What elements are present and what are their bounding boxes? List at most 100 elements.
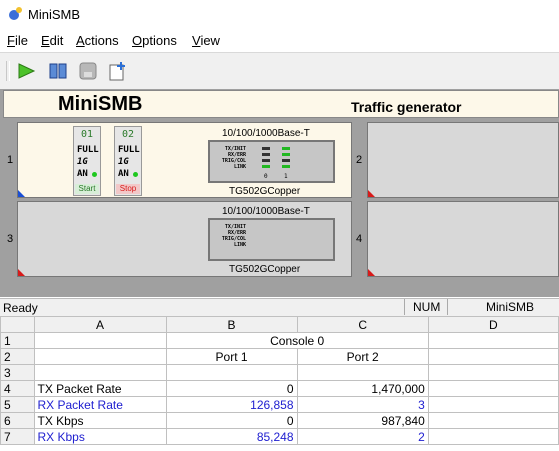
slot-number-3: 3 <box>7 233 14 245</box>
slot-1[interactable]: 01 FULL 1G AN Start 02 FULL 1G AN Stop 1… <box>17 122 352 198</box>
cell[interactable]: TX Kbps <box>33 412 167 429</box>
row-header[interactable]: 2 <box>0 348 35 365</box>
cell[interactable] <box>33 332 167 349</box>
led-indicator <box>282 153 290 156</box>
cell[interactable] <box>165 364 298 381</box>
cell-merged[interactable]: Console 0 <box>165 332 429 349</box>
slot-corner-marker <box>18 190 25 197</box>
port-duplex: FULL <box>77 145 99 155</box>
stop-button[interactable]: Stop <box>116 184 140 194</box>
port-status-led <box>92 172 97 177</box>
cell[interactable]: 126,858 <box>165 396 298 413</box>
table-row: 2 Port 1 Port 2 <box>0 348 559 365</box>
led-indicator <box>262 159 270 162</box>
cell[interactable]: 0 <box>165 412 298 429</box>
column-header-d[interactable]: D <box>427 316 559 333</box>
app-icon <box>8 7 22 21</box>
cell[interactable]: Port 1 <box>165 348 298 365</box>
module-led-panel: TX/INIT RX/ERR TRIG/COL LINK 0 1 <box>208 140 335 183</box>
menu-options[interactable]: Options <box>132 33 177 48</box>
row-header[interactable]: 7 <box>0 428 35 445</box>
port-duplex: FULL <box>118 145 140 155</box>
menu-actions[interactable]: Actions <box>76 33 119 48</box>
port-card-2[interactable]: 02 FULL 1G AN Stop <box>114 126 142 196</box>
cell[interactable]: 987,840 <box>296 412 429 429</box>
slot-number-4: 4 <box>356 233 363 245</box>
cell[interactable] <box>33 348 167 365</box>
cell[interactable] <box>427 396 559 413</box>
row-header[interactable]: 4 <box>0 380 35 397</box>
column-header-a[interactable]: A <box>33 316 167 333</box>
column-header-b[interactable]: B <box>165 316 298 333</box>
cell[interactable]: 2 <box>296 428 429 445</box>
column-header-row: A B C D <box>0 316 559 333</box>
app-heading: MiniSMB <box>58 93 143 115</box>
cell[interactable] <box>296 364 429 381</box>
led-indicator <box>262 147 270 150</box>
cell[interactable]: 3 <box>296 396 429 413</box>
led-indicator <box>282 147 290 150</box>
cell[interactable] <box>427 380 559 397</box>
row-header[interactable]: 6 <box>0 412 35 429</box>
slot-number-1: 1 <box>7 154 14 166</box>
row-header[interactable]: 1 <box>0 332 35 349</box>
corner-cell[interactable] <box>0 316 35 333</box>
port-negotiation: AN <box>77 169 88 179</box>
table-row: 6 TX Kbps 0 987,840 <box>0 412 559 429</box>
menu-edit[interactable]: Edit <box>41 33 63 48</box>
title-bar: MiniSMB <box>0 0 559 30</box>
slot-corner-marker <box>368 269 375 276</box>
slot-4[interactable] <box>367 201 559 277</box>
row-header[interactable]: 5 <box>0 396 35 413</box>
slot-corner-marker <box>368 190 375 197</box>
toolbar-grip <box>6 61 10 81</box>
cell[interactable]: 0 <box>165 380 298 397</box>
led-port-number: 1 <box>284 173 288 180</box>
disk-icon[interactable] <box>77 60 99 82</box>
cell[interactable]: RX Kbps <box>33 428 167 445</box>
slot-3[interactable]: 10/100/1000Base-T TX/INIT RX/ERR TRIG/CO… <box>17 201 352 277</box>
table-row: 3 <box>0 364 559 381</box>
table-row: 7 RX Kbps 85,248 2 <box>0 428 559 445</box>
cell[interactable]: 1,470,000 <box>296 380 429 397</box>
row-header[interactable]: 3 <box>0 364 35 381</box>
cell[interactable] <box>427 332 559 349</box>
column-header-c[interactable]: C <box>296 316 429 333</box>
led-label: LINK <box>233 164 246 170</box>
port-speed: 1G <box>118 157 129 167</box>
stats-sheet: A B C D 1 Console 0 2 Port 1 Port 2 3 4 … <box>0 316 559 445</box>
cell[interactable] <box>427 364 559 381</box>
port-card-1[interactable]: 01 FULL 1G AN Start <box>73 126 101 196</box>
play-icon[interactable] <box>15 60 37 82</box>
cell[interactable] <box>427 428 559 445</box>
menu-bar: File Edit Actions Options View <box>0 30 559 52</box>
table-row: 4 TX Packet Rate 0 1,470,000 <box>0 380 559 397</box>
cell[interactable]: RX Packet Rate <box>33 396 167 413</box>
port-number: 02 <box>121 129 135 140</box>
table-row: 1 Console 0 <box>0 332 559 349</box>
port-number: 01 <box>80 129 94 140</box>
module-name: TG502GCopper <box>229 186 301 197</box>
module-name: TG502GCopper <box>229 264 301 275</box>
cell[interactable]: Port 2 <box>296 348 429 365</box>
module-title: 10/100/1000Base-T <box>222 206 310 217</box>
status-num-indicator: NUM <box>404 299 453 315</box>
cell[interactable]: 85,248 <box>165 428 298 445</box>
status-text: Ready <box>3 301 38 315</box>
slot-2[interactable] <box>367 122 559 198</box>
module-led-panel: TX/INIT RX/ERR TRIG/COL LINK <box>208 218 335 261</box>
book-icon[interactable] <box>47 60 69 82</box>
cell[interactable] <box>427 348 559 365</box>
cell[interactable] <box>33 364 167 381</box>
menu-file[interactable]: File <box>7 33 28 48</box>
new-document-icon[interactable] <box>107 60 129 82</box>
cell[interactable] <box>427 412 559 429</box>
menu-view[interactable]: View <box>192 33 220 48</box>
status-app-name: MiniSMB <box>447 299 559 315</box>
window-title: MiniSMB <box>28 7 81 22</box>
cell[interactable]: TX Packet Rate <box>33 380 167 397</box>
slot-number-2: 2 <box>356 154 363 166</box>
toolbar <box>0 52 559 90</box>
led-indicator <box>282 165 290 168</box>
start-button[interactable]: Start <box>75 184 99 194</box>
